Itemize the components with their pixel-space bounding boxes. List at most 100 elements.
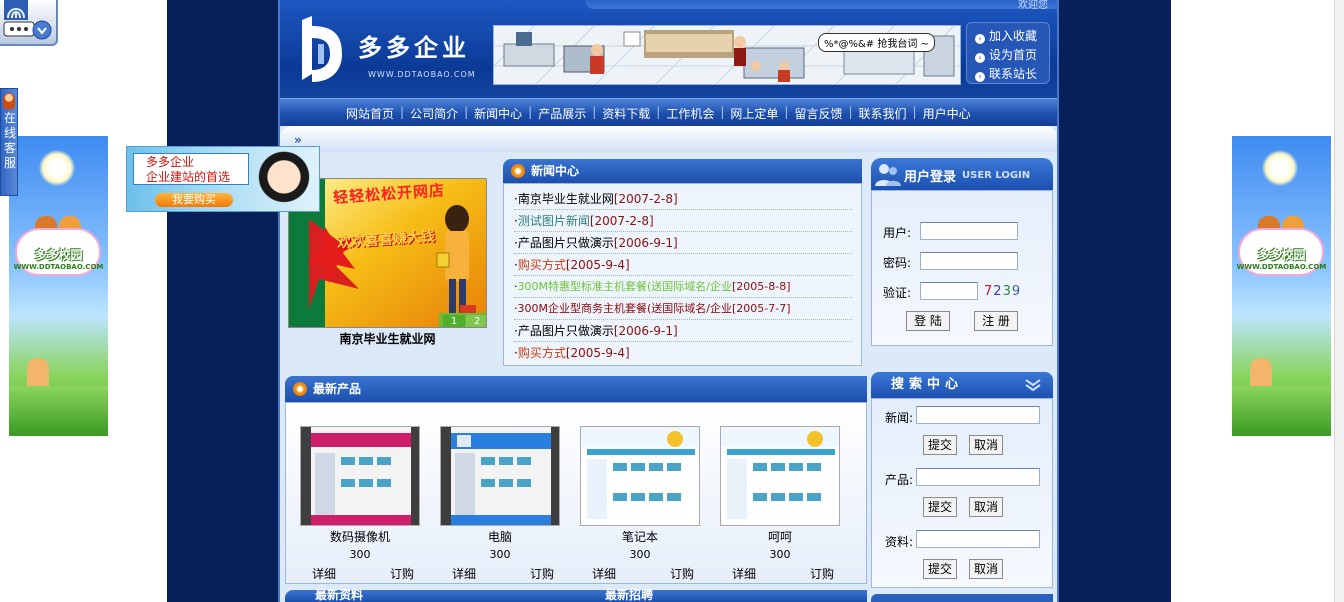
nav-item-news[interactable]: 新闻中心: [474, 105, 522, 122]
website-thumbnail-icon: [441, 427, 559, 525]
double-arrow-icon: »: [294, 133, 302, 147]
register-button[interactable]: 注 册: [974, 311, 1018, 331]
agent-avatar-icon: [3, 93, 15, 109]
flash-page-1[interactable]: 1: [443, 315, 465, 327]
product-thumbnail[interactable]: [720, 426, 840, 526]
flower-icon: [293, 382, 307, 396]
search-news-cancel-button[interactable]: 取消: [969, 435, 1003, 455]
sun-icon: [39, 150, 75, 186]
search-docs-cancel-button[interactable]: 取消: [969, 559, 1003, 579]
side-ad-url: WWW.DDTAOBAO.COM: [13, 263, 104, 271]
search-news-submit-button[interactable]: 提交: [923, 435, 957, 455]
add-favorite-link[interactable]: › 加入收藏: [975, 27, 1049, 46]
product-order-link[interactable]: 订购: [810, 565, 834, 582]
flash-page-2[interactable]: 2: [466, 315, 486, 327]
news-list: ·南京毕业生就业网[2007-2-8] ·测试图片新闻[2007-2-8] ·产…: [514, 188, 852, 364]
login-button[interactable]: 登 陆: [906, 311, 950, 331]
search-products-submit-button[interactable]: 提交: [923, 497, 957, 517]
set-homepage-link[interactable]: › 设为首页: [975, 46, 1049, 65]
flash-caption[interactable]: 南京毕业生就业网: [288, 330, 487, 347]
news-item[interactable]: ·产品图片只做演示[2006-9-1]: [514, 232, 852, 254]
side-ad-url: WWW.DDTAOBAO.COM: [1236, 263, 1327, 271]
nav-separator: |: [592, 105, 597, 119]
product-name[interactable]: 呵呵: [720, 530, 840, 544]
nav-item-user-center[interactable]: 用户中心: [923, 105, 971, 122]
bottom-panel-headers: 最新资料 最新招聘: [285, 588, 867, 602]
news-item[interactable]: ·测试图片新闻[2007-2-8]: [514, 210, 852, 232]
search-news-label: 新闻:: [885, 411, 914, 425]
product-name[interactable]: 电脑: [440, 530, 560, 544]
main-nav: 网站首页 | 公司简介 | 新闻中心 | 产品展示 | 资料下载 | 工作机会 | 网上定单…: [280, 98, 1057, 126]
news-item[interactable]: ·购买方式[2005-9-4]: [514, 342, 852, 364]
nav-separator: |: [464, 105, 469, 119]
nav-item-downloads[interactable]: 资料下载: [602, 105, 650, 122]
search-news-input[interactable]: [916, 406, 1040, 424]
search-products-cancel-button[interactable]: 取消: [969, 497, 1003, 517]
nav-item-orders[interactable]: 网上定单: [730, 105, 778, 122]
product-order-link[interactable]: 订购: [670, 565, 694, 582]
captcha-input[interactable]: [920, 282, 978, 300]
top-strip: [585, 0, 1057, 9]
nav-item-about[interactable]: 公司简介: [410, 105, 458, 122]
product-links: 详细 订购: [440, 565, 560, 582]
search-panel-title: 搜索中心: [891, 377, 964, 392]
product-thumbnail[interactable]: [300, 426, 420, 526]
search-panel: [871, 398, 1053, 588]
buy-promo-ad[interactable]: 多多企业 企业建站的首选 我要购买: [126, 146, 320, 212]
fingerprint-widget[interactable]: [0, 0, 58, 46]
product-links: 详细 订购: [300, 565, 420, 582]
product-thumbnail[interactable]: [580, 426, 700, 526]
online-service-tab[interactable]: 在 线 客 服: [0, 88, 18, 196]
product-detail-link[interactable]: 详细: [452, 565, 476, 582]
product-name[interactable]: 笔记本: [580, 530, 700, 544]
buy-now-button[interactable]: 我要购买: [155, 193, 233, 207]
product-thumbnail[interactable]: [440, 426, 560, 526]
chevron-down-icon: [1025, 379, 1041, 391]
buy-ad-text: 多多企业 企业建站的首选: [133, 153, 249, 185]
side-ad-title: 多多校园: [34, 248, 83, 262]
scrollbar[interactable]: [1334, 0, 1344, 602]
search-products-input[interactable]: [916, 468, 1040, 486]
left-side-ad[interactable]: 多多校园 WWW.DDTAOBAO.COM: [9, 136, 108, 436]
nav-separator: |: [528, 105, 533, 119]
quick-links: › 加入收藏 › 设为首页 › 联系站长: [966, 22, 1050, 84]
website-thumbnail-icon: [581, 427, 699, 525]
news-item[interactable]: ·南京毕业生就业网[2007-2-8]: [514, 188, 852, 210]
product-card: 数码摄像机 300 详细 订购: [300, 426, 420, 582]
product-price: 300: [629, 548, 651, 561]
contact-admin-link[interactable]: › 联系站长: [975, 65, 1049, 84]
login-subtitle: USER LOGIN: [962, 170, 1031, 181]
username-input[interactable]: [920, 222, 1018, 240]
product-detail-link[interactable]: 详细: [312, 565, 336, 582]
nav-item-feedback[interactable]: 留言反馈: [794, 105, 842, 122]
product-order-link[interactable]: 订购: [390, 565, 414, 582]
logo-url: WWW.DDTAOBAO.COM: [368, 70, 476, 79]
product-card: 呵呵 300 详细 订购: [720, 426, 840, 582]
nav-item-jobs[interactable]: 工作机会: [666, 105, 714, 122]
product-detail-link[interactable]: 详细: [592, 565, 616, 582]
search-docs-input[interactable]: [916, 530, 1040, 548]
right-bottom-panel-header: [871, 594, 1053, 602]
product-name[interactable]: 数码摄像机: [300, 530, 420, 544]
nav-item-home[interactable]: 网站首页: [346, 105, 394, 122]
news-item[interactable]: ·300M特惠型标准主机套餐(送国际域名/企业[2005-8-8]: [514, 276, 852, 298]
news-item[interactable]: ·购买方式[2005-9-4]: [514, 254, 852, 276]
search-docs-submit-button[interactable]: 提交: [923, 559, 957, 579]
product-links: 详细 订购: [580, 565, 700, 582]
news-item[interactable]: ·300M企业型商务主机套餐(送国际域名/企业[2005-7-7]: [514, 298, 852, 320]
product-links: 详细 订购: [720, 565, 840, 582]
arrow-circle-icon: ›: [975, 53, 985, 63]
product-price: 300: [489, 548, 511, 561]
product-order-link[interactable]: 订购: [530, 565, 554, 582]
website-thumbnail-icon: [301, 427, 419, 525]
news-item[interactable]: ·产品图片只做演示[2006-9-1]: [514, 320, 852, 342]
nav-item-products[interactable]: 产品展示: [538, 105, 586, 122]
product-detail-link[interactable]: 详细: [732, 565, 756, 582]
search-docs-label: 资料:: [885, 535, 914, 549]
password-input[interactable]: [920, 252, 1018, 270]
login-title: 用户登录: [904, 170, 957, 185]
right-side-ad[interactable]: 多多校园 WWW.DDTAOBAO.COM: [1232, 136, 1331, 436]
nav-item-contact[interactable]: 联系我们: [859, 105, 907, 122]
site-logo[interactable]: 多多企业 WWW.DDTAOBAO.COM: [298, 14, 488, 89]
nav-separator: |: [656, 105, 661, 119]
